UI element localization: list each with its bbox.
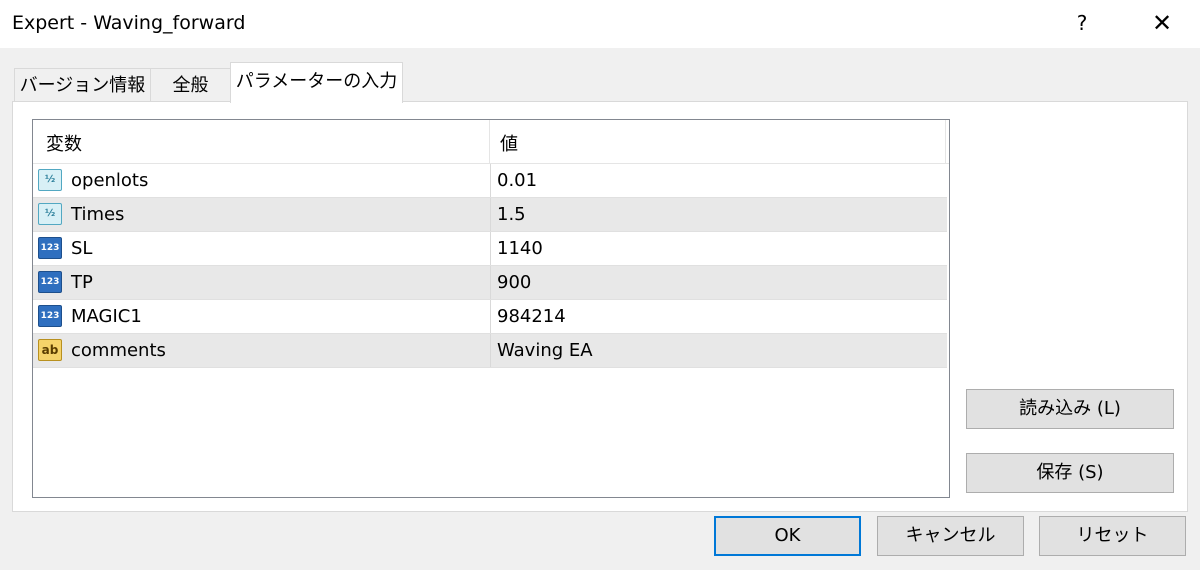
parameters-table[interactable]: 変数 値 ½ openlots 0.01 ½ Times 1.5 123 SL 1140 123 T…: [32, 119, 950, 498]
help-button[interactable]: ?: [1060, 6, 1104, 40]
column-divider[interactable]: [489, 120, 490, 163]
table-header: 変数 値: [33, 120, 949, 164]
column-header-variable[interactable]: 変数: [46, 130, 82, 156]
title-bar: Expert - Waving_forward ? ✕: [0, 0, 1200, 48]
reset-button[interactable]: リセット: [1039, 516, 1186, 556]
variable-value[interactable]: 1140: [497, 238, 543, 260]
tab-general[interactable]: 全般: [150, 68, 231, 101]
double-type-icon: ½: [38, 169, 62, 191]
variable-cell[interactable]: ½ openlots: [37, 164, 489, 197]
variable-value[interactable]: 900: [497, 272, 531, 294]
int-type-icon: 123: [38, 305, 62, 327]
table-row[interactable]: ½ openlots 0.01: [33, 164, 947, 198]
variable-cell[interactable]: 123 TP: [37, 266, 489, 299]
int-type-icon: 123: [38, 271, 62, 293]
cancel-button[interactable]: キャンセル: [877, 516, 1024, 556]
table-row[interactable]: 123 SL 1140: [33, 232, 947, 266]
table-row[interactable]: 123 TP 900: [33, 266, 947, 300]
window-title: Expert - Waving_forward: [12, 12, 246, 34]
variable-cell[interactable]: ½ Times: [37, 198, 489, 231]
table-row[interactable]: ab comments Waving EA: [33, 334, 947, 368]
column-header-value[interactable]: 値: [500, 130, 518, 156]
variable-name: openlots: [71, 170, 149, 191]
value-cell[interactable]: Waving EA: [490, 334, 946, 367]
variable-value[interactable]: Waving EA: [497, 340, 593, 362]
variable-name: MAGIC1: [71, 306, 142, 327]
table-row[interactable]: ½ Times 1.5: [33, 198, 947, 232]
ok-button[interactable]: OK: [714, 516, 861, 556]
save-button[interactable]: 保存 (S): [966, 453, 1174, 493]
variable-value[interactable]: 984214: [497, 306, 566, 328]
double-type-icon: ½: [38, 203, 62, 225]
close-button[interactable]: ✕: [1140, 6, 1184, 40]
string-type-icon: ab: [38, 339, 62, 361]
variable-cell[interactable]: 123 SL: [37, 232, 489, 265]
tab-input-parameters[interactable]: パラメーターの入力: [230, 62, 403, 103]
variable-name: TP: [71, 272, 93, 293]
variable-value[interactable]: 0.01: [497, 170, 537, 192]
tab-bar: バージョン情報 全般 パラメーターの入力: [0, 62, 1200, 103]
variable-cell[interactable]: ab comments: [37, 334, 489, 367]
variable-name: comments: [71, 340, 166, 361]
variable-name: Times: [71, 204, 125, 225]
value-cell[interactable]: 984214: [490, 300, 946, 333]
variable-cell[interactable]: 123 MAGIC1: [37, 300, 489, 333]
value-cell[interactable]: 1140: [490, 232, 946, 265]
value-cell[interactable]: 900: [490, 266, 946, 299]
table-row[interactable]: 123 MAGIC1 984214: [33, 300, 947, 334]
variable-name: SL: [71, 238, 93, 259]
value-cell[interactable]: 0.01: [490, 164, 946, 197]
variable-value[interactable]: 1.5: [497, 204, 526, 226]
load-button[interactable]: 読み込み (L): [966, 389, 1174, 429]
column-divider[interactable]: [945, 120, 946, 163]
tab-version-info[interactable]: バージョン情報: [14, 68, 151, 101]
table-body: ½ openlots 0.01 ½ Times 1.5 123 SL 1140 123 TP 900 1…: [33, 164, 949, 368]
value-cell[interactable]: 1.5: [490, 198, 946, 231]
int-type-icon: 123: [38, 237, 62, 259]
